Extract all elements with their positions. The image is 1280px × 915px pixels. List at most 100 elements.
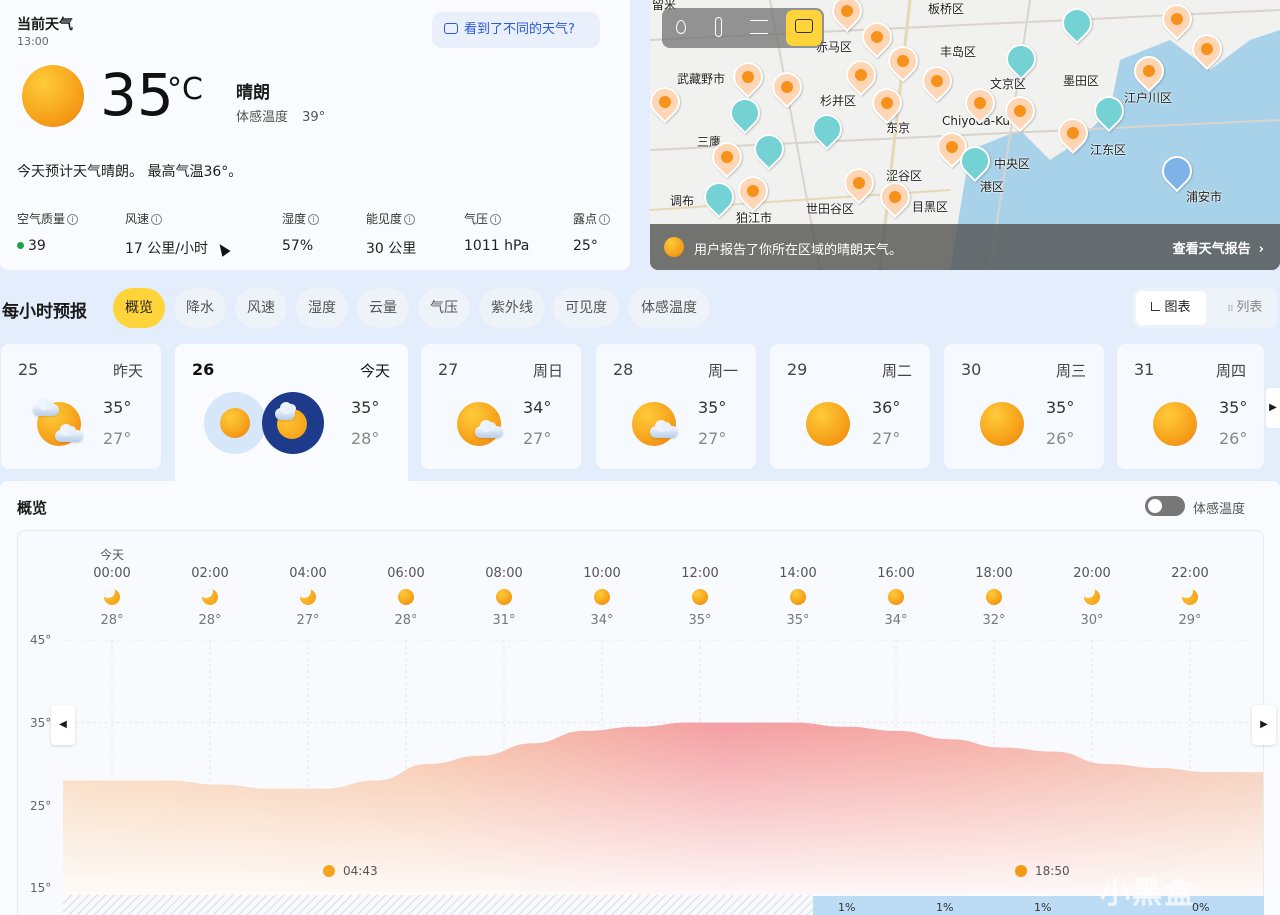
day-high: 34° xyxy=(523,398,552,417)
day-card[interactable]: 29 周二 36° 27° xyxy=(770,344,930,469)
hour-column: 04:00 27° xyxy=(268,546,348,628)
day-weekday: 周二 xyxy=(881,362,912,380)
info-icon: i xyxy=(490,214,502,225)
metric-value: 25° xyxy=(573,238,598,254)
tab-uv[interactable]: 紫外线 xyxy=(479,288,545,328)
chat-icon[interactable] xyxy=(786,10,822,46)
aqi-dot-icon xyxy=(17,242,24,249)
metric-value: 30 公里 xyxy=(366,241,417,257)
day-number: 31 xyxy=(1134,360,1155,379)
feels-like-toggle[interactable] xyxy=(1145,496,1185,516)
tab-feels-like[interactable]: 体感温度 xyxy=(628,288,710,328)
day-card[interactable]: 25 昨天 35° 27° xyxy=(1,344,161,469)
hourly-title: 每小时预报 xyxy=(2,302,87,322)
day-card[interactable]: 30 周三 35° 26° xyxy=(944,344,1104,469)
temperature-chart[interactable] xyxy=(63,640,1263,915)
metric-wind-speed[interactable]: 风速 i 17 公里/小时 xyxy=(125,210,231,258)
precip-value: 1% xyxy=(1034,901,1052,914)
metric-visibility[interactable]: 能见度 i 30 公里 xyxy=(366,210,416,258)
map-toolbar xyxy=(662,8,824,48)
metric-value: 39 xyxy=(28,238,46,254)
tab-humidity[interactable]: 湿度 xyxy=(296,288,348,328)
hour-column: 02:00 28° xyxy=(170,546,250,628)
metric-label: 风速 xyxy=(125,212,150,226)
hour-temp: 28° xyxy=(394,613,418,628)
day-weekday: 昨天 xyxy=(112,362,143,380)
tab-wind[interactable]: 风速 xyxy=(235,288,287,328)
day-high: 35° xyxy=(103,398,132,417)
hour-temp: 30° xyxy=(1080,613,1104,628)
moon-icon xyxy=(1182,589,1198,605)
metric-label: 湿度 xyxy=(282,212,307,226)
sunrise-icon xyxy=(323,865,335,877)
hour-column: 22:00 29° xyxy=(1150,546,1230,628)
hour-column: 16:00 34° xyxy=(856,546,936,628)
metric-value: 17 公里/小时 xyxy=(125,241,208,257)
chart-prev-button[interactable]: ◀ xyxy=(51,705,75,745)
view-report-label: 查看天气报告 xyxy=(1172,242,1251,257)
banner-text: 用户报告了你所在区域的晴朗天气。 xyxy=(694,243,903,258)
day-number: 25 xyxy=(18,360,39,379)
weather-map[interactable]: 留米 板桥区 赤马区 丰岛区 武藏野市 文京区 墨田区 杉并区 江户川区 东京 … xyxy=(650,0,1280,270)
day-card-today[interactable]: 26 今天 35° 28° xyxy=(175,344,408,469)
moon-icon xyxy=(104,589,120,605)
temperature-area-fade xyxy=(63,722,1263,895)
chevron-right-icon: › xyxy=(1258,242,1264,257)
cloud-icon xyxy=(650,420,678,438)
metric-label: 空气质量 xyxy=(17,212,66,226)
hour-column: 10:00 34° xyxy=(562,546,642,628)
tab-overview[interactable]: 概览 xyxy=(113,288,165,328)
current-temperature: 35 xyxy=(100,61,174,129)
precip-value: 1% xyxy=(838,901,856,914)
y-tick-label: 25° xyxy=(30,799,52,813)
metric-humidity[interactable]: 湿度 i 57% xyxy=(282,210,320,254)
metric-dew-point[interactable]: 露点 i 25° xyxy=(573,210,611,254)
metric-air-quality[interactable]: 空气质量 i 39 xyxy=(17,210,79,254)
day-card[interactable]: 27 周日 34° 27° xyxy=(421,344,581,469)
map-label: 调布 xyxy=(670,194,695,208)
view-list-button[interactable]: ⁞⁞ 列表 xyxy=(1215,291,1275,325)
map-report-banner[interactable]: 用户报告了你所在区域的晴朗天气。 查看天气报告 › xyxy=(650,224,1280,270)
wind-icon[interactable] xyxy=(750,20,768,34)
tab-precipitation[interactable]: 降水 xyxy=(174,288,226,328)
hour-time: 14:00 xyxy=(779,566,817,581)
y-tick-label: 15° xyxy=(30,881,52,895)
info-icon: i xyxy=(599,214,611,225)
feels-like-toggle-label: 体感温度 xyxy=(1193,502,1246,517)
day-number: 29 xyxy=(787,360,808,379)
tab-pressure[interactable]: 气压 xyxy=(418,288,470,328)
moon-icon xyxy=(1084,589,1100,605)
cursor-icon xyxy=(215,241,231,257)
thermometer-icon[interactable] xyxy=(715,17,722,37)
moon-icon xyxy=(202,589,218,605)
hour-time: 04:00 xyxy=(289,566,327,581)
day-weekday: 今天 xyxy=(359,362,390,380)
day-number: 26 xyxy=(192,360,215,379)
map-label: 港区 xyxy=(980,180,1005,194)
feedback-button[interactable]: 看到了不同的天气? xyxy=(432,12,600,48)
day-number: 30 xyxy=(961,360,982,379)
day-card[interactable]: 31 周四 35° 26° xyxy=(1117,344,1264,469)
map-label: 板桥区 xyxy=(928,2,965,16)
view-list-label: 列表 xyxy=(1236,300,1263,315)
droplet-icon[interactable] xyxy=(676,20,686,34)
sun-icon xyxy=(986,589,1002,605)
hour-column: 20:00 30° xyxy=(1052,546,1132,628)
days-next-button[interactable]: ▶ xyxy=(1266,388,1280,428)
hour-column: 12:00 35° xyxy=(660,546,740,628)
metric-pressure[interactable]: 气压 i 1011 hPa xyxy=(464,210,529,254)
tab-cloud[interactable]: 云量 xyxy=(357,288,409,328)
day-weekday: 周三 xyxy=(1055,362,1086,380)
day-card[interactable]: 28 周一 35° 27° xyxy=(596,344,756,469)
night-hatch xyxy=(63,895,813,915)
day-low: 26° xyxy=(1046,429,1075,448)
tab-visibility[interactable]: 可见度 xyxy=(553,288,619,328)
view-report-link[interactable]: 查看天气报告 › xyxy=(1173,238,1264,257)
chart-next-button[interactable]: ▶ xyxy=(1252,705,1276,745)
view-chart-button[interactable]: 图表 xyxy=(1136,291,1206,325)
hour-temp: 29° xyxy=(1178,613,1202,628)
sunny-icon xyxy=(22,65,84,127)
weather-summary: 今天预计天气晴朗。 最高气温36°。 xyxy=(17,164,243,180)
metric-label: 气压 xyxy=(464,212,489,226)
hour-column: 18:00 32° xyxy=(954,546,1034,628)
